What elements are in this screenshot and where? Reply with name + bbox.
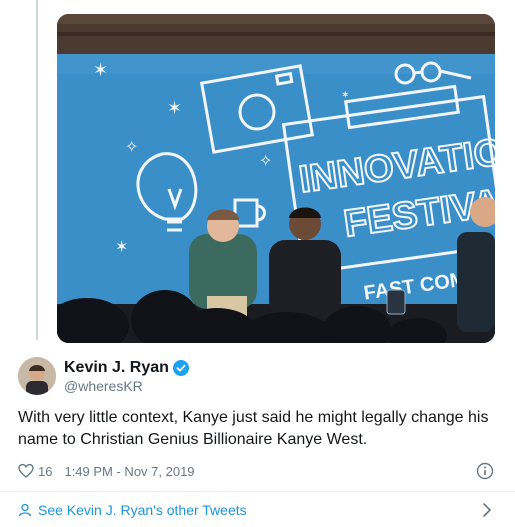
svg-text:✶: ✶	[93, 60, 108, 81]
svg-text:✧: ✧	[259, 151, 272, 170]
tweet-photo[interactable]: ✶ ✶ ✧ ✧ ✶ ✶ INNOVATION FESTIVAL FAST COM…	[57, 14, 495, 343]
svg-text:✶: ✶	[341, 90, 349, 101]
verified-badge-icon	[172, 360, 189, 376]
person-icon	[18, 503, 32, 517]
svg-text:✶: ✶	[167, 98, 182, 119]
tweet-meta: 16 1:49 PM - Nov 7, 2019	[18, 461, 498, 481]
tweet-author[interactable]: Kevin J. Ryan @wheresKR	[18, 357, 498, 397]
divider	[0, 491, 515, 492]
see-other-tweets-link[interactable]: See Kevin J. Ryan's other Tweets	[18, 500, 498, 520]
heart-icon[interactable]	[18, 463, 34, 479]
see-other-tweets-label[interactable]: See Kevin J. Ryan's other Tweets	[38, 502, 247, 518]
like-count: 16	[38, 463, 53, 479]
svg-text:✶: ✶	[115, 237, 128, 256]
author-handle[interactable]: @wheresKR	[64, 378, 143, 394]
tweet-timestamp[interactable]: 1:49 PM - Nov 7, 2019	[64, 464, 194, 479]
photo-illustration: ✶ ✶ ✧ ✧ ✶ ✶ INNOVATION FESTIVAL FAST COM…	[57, 14, 495, 343]
author-name[interactable]: Kevin J. Ryan	[64, 359, 169, 377]
chevron-right-icon[interactable]	[480, 502, 494, 518]
thread-line	[36, 0, 38, 340]
tweet-text: With very little context, Kanye just sai…	[18, 409, 489, 448]
svg-text:✧: ✧	[125, 137, 138, 156]
avatar[interactable]	[18, 357, 56, 395]
info-icon[interactable]	[476, 462, 494, 480]
